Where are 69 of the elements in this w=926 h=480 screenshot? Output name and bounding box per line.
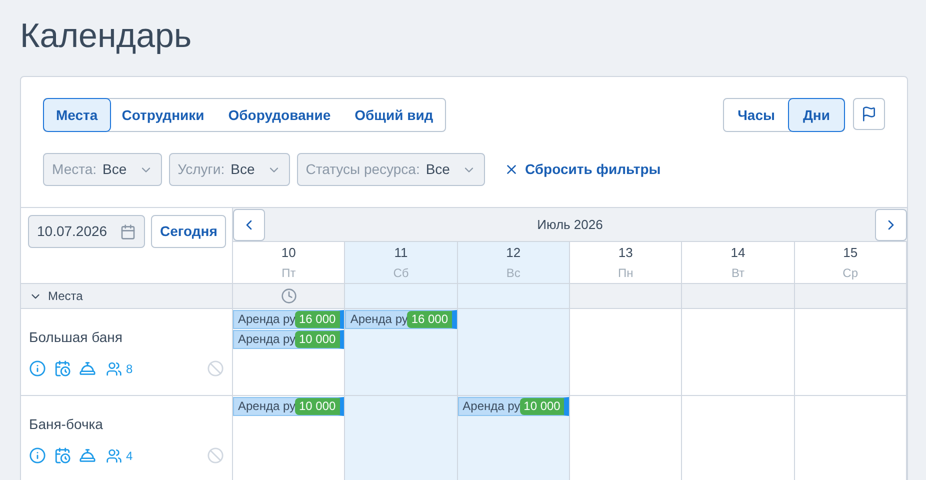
blocked-icon[interactable] bbox=[207, 447, 224, 464]
booking-bar[interactable]: Аренда ру 10 000 bbox=[458, 397, 569, 416]
calendar-clock-icon[interactable] bbox=[54, 360, 71, 377]
info-icon[interactable] bbox=[29, 360, 46, 377]
weekday-label: Вт bbox=[731, 265, 745, 281]
calendar-icon bbox=[120, 224, 136, 240]
resource-name: Большая баня bbox=[29, 328, 124, 346]
scale-tab[interactable]: Часы bbox=[724, 99, 789, 131]
month-label: Июль 2026 bbox=[537, 216, 603, 234]
view-tab[interactable]: Места bbox=[44, 99, 110, 131]
booking-bar[interactable]: Аренда ру 16 000 bbox=[233, 310, 344, 329]
calendar-clock-icon[interactable] bbox=[54, 447, 71, 464]
weekday-label: Пн bbox=[618, 265, 634, 281]
price-badge: 10 000 bbox=[295, 331, 340, 348]
cloche-icon[interactable] bbox=[79, 447, 96, 464]
day-number: 10 bbox=[281, 245, 296, 261]
users-icon[interactable] bbox=[106, 360, 122, 376]
filter-dropdown[interactable]: Места: Все bbox=[43, 153, 162, 186]
flag-icon bbox=[861, 106, 877, 122]
reset-filters-link[interactable]: Сбросить фильтры bbox=[504, 159, 661, 180]
capacity-count: 4 bbox=[126, 448, 133, 464]
day-number: 15 bbox=[843, 245, 858, 261]
price-badge: 10 000 bbox=[295, 398, 340, 415]
weekday-label: Сб bbox=[393, 265, 409, 281]
booking-bar[interactable]: Аренда ру 10 000 bbox=[233, 397, 344, 416]
calendar-cell[interactable] bbox=[458, 309, 570, 395]
resource-name: Баня-бочка bbox=[29, 414, 104, 434]
previous-button[interactable] bbox=[233, 208, 265, 240]
view-tab[interactable]: Сотрудники bbox=[110, 99, 216, 131]
booking-label: Аренда ру bbox=[237, 311, 295, 328]
day-number: 13 bbox=[618, 245, 633, 261]
capacity-count: 8 bbox=[126, 360, 133, 378]
info-icon[interactable] bbox=[29, 447, 46, 464]
view-tab[interactable]: Оборудование bbox=[216, 99, 343, 131]
day-number: 11 bbox=[394, 245, 408, 261]
calendar-cell[interactable] bbox=[794, 396, 907, 480]
next-button[interactable] bbox=[874, 208, 907, 240]
weekday-label: Пт bbox=[282, 265, 296, 281]
scale-tab[interactable]: Дни bbox=[788, 99, 844, 131]
booking-label: Аренда ру bbox=[349, 311, 408, 328]
flag-button[interactable] bbox=[853, 98, 885, 130]
cloche-icon[interactable] bbox=[79, 360, 96, 377]
calendar-cell[interactable]: Аренда ру 10 000 bbox=[458, 396, 570, 480]
calendar-cell[interactable] bbox=[794, 309, 907, 395]
users-icon[interactable] bbox=[106, 448, 122, 464]
page-title: Календарь bbox=[19, 16, 193, 57]
price-badge: 10 000 bbox=[520, 398, 564, 415]
today-button[interactable]: Сегодня bbox=[151, 215, 226, 248]
price-badge: 16 000 bbox=[407, 311, 452, 328]
booking-bar[interactable]: Аренда ру 16 000 bbox=[345, 310, 457, 329]
filter-dropdown[interactable]: Услуги: Все bbox=[168, 153, 290, 186]
day-number: 12 bbox=[506, 245, 521, 261]
blocked-icon[interactable] bbox=[207, 360, 224, 377]
calendar-cell[interactable] bbox=[345, 396, 458, 480]
date-field[interactable]: 10.07.2026 bbox=[28, 215, 145, 248]
calendar-cell[interactable]: Аренда ру 16 000 bbox=[345, 309, 458, 395]
filter-dropdown[interactable]: Статусы ресурса: Все bbox=[296, 153, 485, 186]
calendar-cell[interactable]: Аренда ру 10 000 bbox=[233, 396, 346, 480]
weekday-label: Вс bbox=[506, 265, 520, 281]
group-toggle[interactable]: Места bbox=[21, 284, 233, 308]
booking-label: Аренда ру bbox=[237, 398, 295, 415]
day-number: 14 bbox=[730, 245, 746, 261]
calendar-cell[interactable]: Аренда ру 16 000 Аренда ру 10 000 bbox=[233, 309, 346, 395]
booking-bar[interactable]: Аренда ру 10 000 bbox=[233, 330, 344, 349]
weekday-label: Ср bbox=[842, 265, 858, 281]
view-tab[interactable]: Общий вид bbox=[342, 99, 446, 131]
booking-label: Аренда ру bbox=[237, 331, 295, 348]
booking-label: Аренда ру bbox=[462, 398, 520, 415]
price-badge: 16 000 bbox=[295, 311, 340, 328]
